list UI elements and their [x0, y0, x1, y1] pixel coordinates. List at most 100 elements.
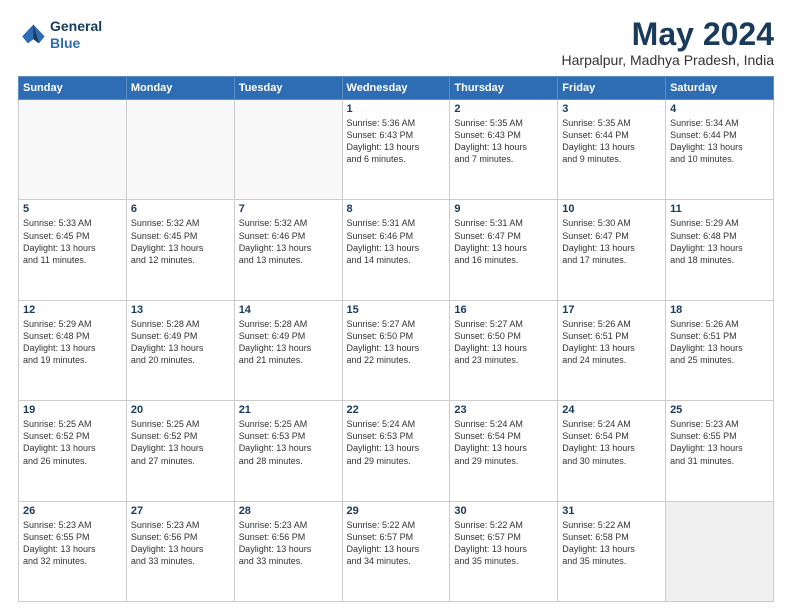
calendar-week-row: 12Sunrise: 5:29 AM Sunset: 6:48 PM Dayli… — [19, 300, 774, 400]
day-number: 8 — [347, 203, 446, 215]
day-number: 19 — [23, 404, 122, 416]
calendar-day-cell: 6 Sunrise: 5:32 AM Sunset: 6:45 PM Daylig… — [126, 200, 234, 300]
day-number: 18 — [670, 304, 769, 316]
calendar-week-row: 1Sunrise: 5:36 AM Sunset: 6:43 PM Daylig… — [19, 100, 774, 200]
calendar-day-cell: 28 Sunrise: 5:23 AM Sunset: 6:56 PM Dayli… — [234, 501, 342, 601]
day-number: 27 — [131, 505, 230, 517]
calendar-weekday-header: Monday — [126, 77, 234, 100]
day-number: 24 — [562, 404, 661, 416]
day-number: 4 — [670, 103, 769, 115]
day-number: 22 — [347, 404, 446, 416]
day-info: Sunrise: 5:26 AM Sunset: 6:51 PM Dayligh… — [562, 318, 661, 367]
day-number: 16 — [454, 304, 553, 316]
calendar-day-cell — [19, 100, 127, 200]
page: GeneralBlue May 2024 Harpalpur, Madhya P… — [0, 0, 792, 612]
day-info: Sunrise: 5:25 AM Sunset: 6:52 PM Dayligh… — [131, 418, 230, 467]
day-info: Sunrise: 5:23 AM Sunset: 6:56 PM Dayligh… — [239, 519, 338, 568]
day-info: Sunrise: 5:31 AM Sunset: 6:46 PM Dayligh… — [347, 217, 446, 266]
day-info: Sunrise: 5:36 AM Sunset: 6:43 PM Dayligh… — [347, 117, 446, 166]
calendar-day-cell: 29Sunrise: 5:22 AM Sunset: 6:57 PM Dayli… — [342, 501, 450, 601]
calendar-day-cell: 24Sunrise: 5:24 AM Sunset: 6:54 PM Dayli… — [558, 401, 666, 501]
logo-text: GeneralBlue — [50, 18, 102, 52]
day-number: 17 — [562, 304, 661, 316]
calendar-weekday-header: Thursday — [450, 77, 558, 100]
day-info: Sunrise: 5:28 AM Sunset: 6:49 PM Dayligh… — [131, 318, 230, 367]
calendar-day-cell: 3 Sunrise: 5:35 AM Sunset: 6:44 PM Daylig… — [558, 100, 666, 200]
day-number: 26 — [23, 505, 122, 517]
day-number: 23 — [454, 404, 553, 416]
day-number: 29 — [347, 505, 446, 517]
calendar-day-cell: 17 Sunrise: 5:26 AM Sunset: 6:51 PM Dayli… — [558, 300, 666, 400]
calendar-day-cell: 7 Sunrise: 5:32 AM Sunset: 6:46 PM Daylig… — [234, 200, 342, 300]
day-number: 2 — [454, 103, 553, 115]
day-number: 15 — [347, 304, 446, 316]
calendar-weekday-header: Tuesday — [234, 77, 342, 100]
day-info: Sunrise: 5:35 AM Sunset: 6:43 PM Dayligh… — [454, 117, 553, 166]
day-info: Sunrise: 5:22 AM Sunset: 6:58 PM Dayligh… — [562, 519, 661, 568]
day-info: Sunrise: 5:29 AM Sunset: 6:48 PM Dayligh… — [670, 217, 769, 266]
day-number: 21 — [239, 404, 338, 416]
day-info: Sunrise: 5:33 AM Sunset: 6:45 PM Dayligh… — [23, 217, 122, 266]
calendar-week-row: 26 Sunrise: 5:23 AM Sunset: 6:55 PM Dayli… — [19, 501, 774, 601]
calendar-week-row: 19 Sunrise: 5:25 AM Sunset: 6:52 PM Dayli… — [19, 401, 774, 501]
day-number: 28 — [239, 505, 338, 517]
calendar-day-cell — [666, 501, 774, 601]
day-number: 7 — [239, 203, 338, 215]
month-title: May 2024 — [562, 18, 774, 50]
day-number: 31 — [562, 505, 661, 517]
header: GeneralBlue May 2024 Harpalpur, Madhya P… — [18, 18, 774, 68]
day-number: 10 — [562, 203, 661, 215]
day-number: 3 — [562, 103, 661, 115]
day-info: Sunrise: 5:24 AM Sunset: 6:53 PM Dayligh… — [347, 418, 446, 467]
day-info: Sunrise: 5:27 AM Sunset: 6:50 PM Dayligh… — [454, 318, 553, 367]
day-info: Sunrise: 5:24 AM Sunset: 6:54 PM Dayligh… — [454, 418, 553, 467]
calendar-day-cell: 23 Sunrise: 5:24 AM Sunset: 6:54 PM Dayli… — [450, 401, 558, 501]
day-number: 12 — [23, 304, 122, 316]
calendar-day-cell: 18 Sunrise: 5:26 AM Sunset: 6:51 PM Dayli… — [666, 300, 774, 400]
calendar-header-row: SundayMondayTuesdayWednesdayThursdayFrid… — [19, 77, 774, 100]
calendar-day-cell — [234, 100, 342, 200]
day-number: 30 — [454, 505, 553, 517]
calendar-day-cell: 26 Sunrise: 5:23 AM Sunset: 6:55 PM Dayli… — [19, 501, 127, 601]
day-info: Sunrise: 5:35 AM Sunset: 6:44 PM Dayligh… — [562, 117, 661, 166]
day-info: Sunrise: 5:23 AM Sunset: 6:55 PM Dayligh… — [670, 418, 769, 467]
calendar-day-cell: 12Sunrise: 5:29 AM Sunset: 6:48 PM Dayli… — [19, 300, 127, 400]
calendar-day-cell: 9Sunrise: 5:31 AM Sunset: 6:47 PM Daylig… — [450, 200, 558, 300]
calendar-day-cell: 21 Sunrise: 5:25 AM Sunset: 6:53 PM Dayli… — [234, 401, 342, 501]
calendar-day-cell: 20 Sunrise: 5:25 AM Sunset: 6:52 PM Dayli… — [126, 401, 234, 501]
calendar-weekday-header: Friday — [558, 77, 666, 100]
day-info: Sunrise: 5:22 AM Sunset: 6:57 PM Dayligh… — [454, 519, 553, 568]
day-info: Sunrise: 5:27 AM Sunset: 6:50 PM Dayligh… — [347, 318, 446, 367]
calendar-day-cell: 25 Sunrise: 5:23 AM Sunset: 6:55 PM Dayli… — [666, 401, 774, 501]
day-number: 20 — [131, 404, 230, 416]
calendar-day-cell: 30 Sunrise: 5:22 AM Sunset: 6:57 PM Dayli… — [450, 501, 558, 601]
calendar-day-cell: 11 Sunrise: 5:29 AM Sunset: 6:48 PM Dayli… — [666, 200, 774, 300]
day-number: 5 — [23, 203, 122, 215]
calendar-day-cell: 4 Sunrise: 5:34 AM Sunset: 6:44 PM Daylig… — [666, 100, 774, 200]
day-number: 6 — [131, 203, 230, 215]
day-info: Sunrise: 5:31 AM Sunset: 6:47 PM Dayligh… — [454, 217, 553, 266]
calendar-day-cell: 31 Sunrise: 5:22 AM Sunset: 6:58 PM Dayli… — [558, 501, 666, 601]
day-info: Sunrise: 5:25 AM Sunset: 6:53 PM Dayligh… — [239, 418, 338, 467]
logo-blue: Blue — [50, 35, 102, 52]
logo: GeneralBlue — [18, 18, 102, 52]
day-number: 11 — [670, 203, 769, 215]
calendar-day-cell: 5 Sunrise: 5:33 AM Sunset: 6:45 PM Daylig… — [19, 200, 127, 300]
calendar-day-cell: 27Sunrise: 5:23 AM Sunset: 6:56 PM Dayli… — [126, 501, 234, 601]
header-right: May 2024 Harpalpur, Madhya Pradesh, Indi… — [562, 18, 774, 68]
day-info: Sunrise: 5:25 AM Sunset: 6:52 PM Dayligh… — [23, 418, 122, 467]
calendar-weekday-header: Saturday — [666, 77, 774, 100]
day-number: 25 — [670, 404, 769, 416]
day-info: Sunrise: 5:34 AM Sunset: 6:44 PM Dayligh… — [670, 117, 769, 166]
calendar-weekday-header: Wednesday — [342, 77, 450, 100]
calendar-day-cell: 8 Sunrise: 5:31 AM Sunset: 6:46 PM Daylig… — [342, 200, 450, 300]
day-number: 14 — [239, 304, 338, 316]
day-info: Sunrise: 5:26 AM Sunset: 6:51 PM Dayligh… — [670, 318, 769, 367]
calendar-table: SundayMondayTuesdayWednesdayThursdayFrid… — [18, 76, 774, 602]
day-info: Sunrise: 5:32 AM Sunset: 6:45 PM Dayligh… — [131, 217, 230, 266]
logo-general: General — [50, 18, 102, 34]
calendar-day-cell: 10Sunrise: 5:30 AM Sunset: 6:47 PM Dayli… — [558, 200, 666, 300]
day-info: Sunrise: 5:32 AM Sunset: 6:46 PM Dayligh… — [239, 217, 338, 266]
calendar-day-cell — [126, 100, 234, 200]
day-info: Sunrise: 5:23 AM Sunset: 6:55 PM Dayligh… — [23, 519, 122, 568]
